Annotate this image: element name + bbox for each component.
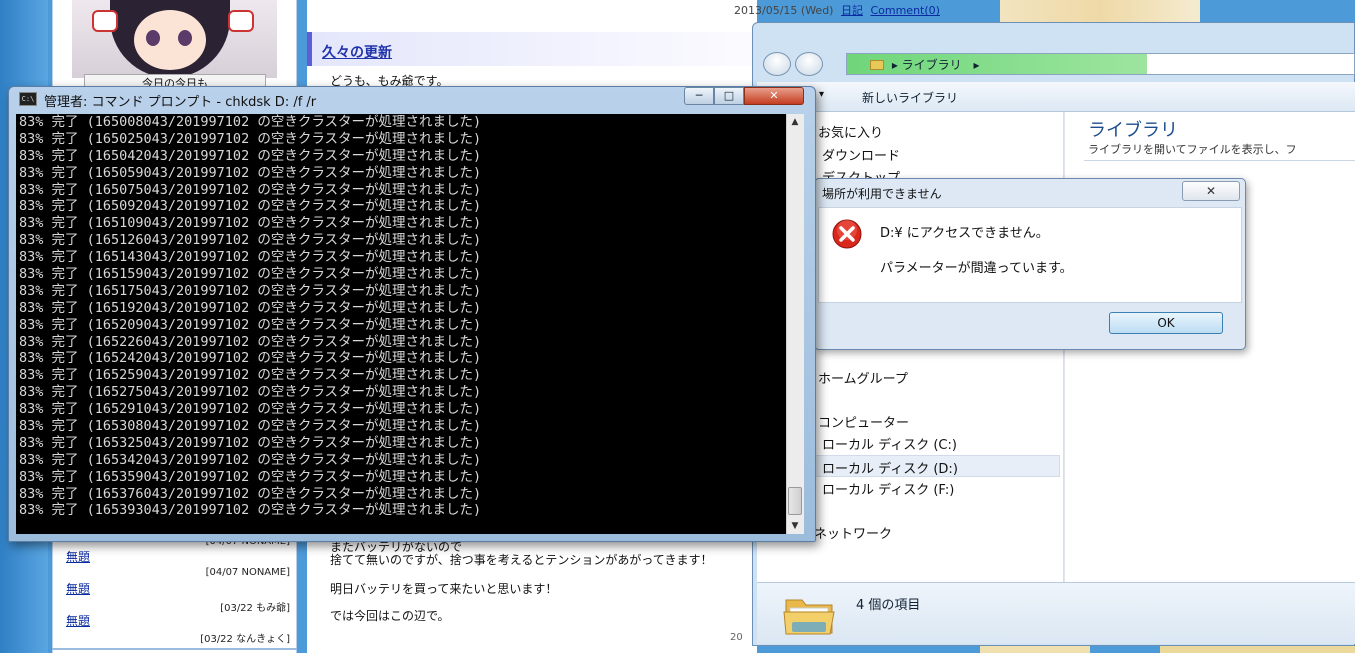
- post-comment-link[interactable]: Comment(0): [870, 4, 939, 17]
- close-button[interactable]: ✕: [744, 87, 804, 105]
- item-count: 4 個の項目: [856, 598, 921, 613]
- new-library-button[interactable]: 新しいライブラリ: [862, 89, 958, 106]
- explorer-toolbar: ▾: [757, 82, 1355, 112]
- library-divider: [1084, 160, 1355, 161]
- sidebar-link-meta: [03/22 なんきょく]: [200, 634, 290, 645]
- sidebar-divider: [52, 648, 297, 650]
- status-bar: [757, 582, 1355, 644]
- dialog-message: D:¥ にアクセスできません。: [880, 226, 1049, 241]
- console-line: 83% 完了 (165109043/201997102 の空きクラスターが処理さ…: [19, 215, 482, 232]
- forward-button[interactable]: [795, 52, 823, 76]
- console-line: 83% 完了 (165342043/201997102 の空きクラスターが処理さ…: [19, 451, 482, 468]
- scroll-down-icon[interactable]: ▼: [786, 518, 804, 534]
- console-line: 83% 完了 (165291043/201997102 の空きクラスターが処理さ…: [19, 401, 482, 418]
- nav-item-disk-d[interactable]: ローカル ディスク (D:): [822, 458, 958, 477]
- console-line: 83% 完了 (165092043/201997102 の空きクラスターが処理さ…: [19, 198, 482, 215]
- console-line: 83% 完了 (165042043/201997102 の空きクラスターが処理さ…: [19, 147, 482, 164]
- post-category-link[interactable]: 日記: [841, 4, 863, 17]
- nav-item-disk-c[interactable]: ローカル ディスク (C:): [822, 434, 957, 453]
- breadcrumb-separator: ▸: [891, 58, 902, 72]
- organize-dropdown-arrow[interactable]: ▾: [819, 89, 824, 100]
- sidebar-link-meta: [03/22 もみ爺]: [220, 603, 290, 614]
- avatar: [72, 0, 277, 78]
- nav-item-favorites[interactable]: お気に入り: [818, 122, 883, 141]
- ok-button[interactable]: OK: [1109, 312, 1223, 334]
- console-output: 83% 完了 (165008043/201997102 の空きクラスターが処理さ…: [19, 114, 784, 519]
- console-line: 83% 完了 (165393043/201997102 の空きクラスターが処理さ…: [19, 502, 482, 519]
- folder-icon: [783, 599, 835, 635]
- console-line: 83% 完了 (165275043/201997102 の空きクラスターが処理さ…: [19, 384, 482, 401]
- breadcrumb-chevron-icon[interactable]: ▸: [974, 58, 980, 72]
- cmd-icon: C:\: [19, 92, 37, 106]
- dialog-detail: パラメーターが間違っています。: [880, 261, 1073, 276]
- sidebar-link[interactable]: 無題: [66, 580, 90, 597]
- breadcrumb-library[interactable]: ライブラリ: [902, 58, 962, 72]
- console-line: 83% 完了 (165075043/201997102 の空きクラスターが処理さ…: [19, 181, 482, 198]
- minimize-button[interactable]: ─: [684, 87, 714, 105]
- cmd-title: 管理者: コマンド プロンプト - chkdsk D: /f /r: [44, 95, 317, 110]
- sidebar-link[interactable]: 無題: [66, 612, 90, 629]
- console-line: 83% 完了 (165226043/201997102 の空きクラスターが処理さ…: [19, 333, 482, 350]
- console-line: 83% 完了 (165175043/201997102 の空きクラスターが処理さ…: [19, 282, 482, 299]
- post-text: 明日バッテリを買って来たいと思います！: [330, 582, 558, 596]
- post-footer: 20: [730, 632, 743, 643]
- console-line: 83% 完了 (165126043/201997102 の空きクラスターが処理さ…: [19, 232, 482, 249]
- console-line: 83% 完了 (165159043/201997102 の空きクラスターが処理さ…: [19, 266, 482, 283]
- post-meta: 2013/05/15 (Wed) 日記 Comment(0): [730, 2, 940, 18]
- post-title[interactable]: 久々の更新: [322, 42, 392, 62]
- console-line: 83% 完了 (165192043/201997102 の空きクラスターが処理さ…: [19, 299, 482, 316]
- console-line: 83% 完了 (165008043/201997102 の空きクラスターが処理さ…: [19, 114, 482, 130]
- console-line: 83% 完了 (165025043/201997102 の空きクラスターが処理さ…: [19, 130, 482, 147]
- post-text: では今回はこの辺で。: [330, 609, 450, 623]
- nav-item-homegroup[interactable]: ホームグループ: [818, 368, 908, 387]
- console-line: 83% 完了 (165376043/201997102 の空きクラスターが処理さ…: [19, 485, 482, 502]
- maximize-button[interactable]: □: [714, 87, 744, 105]
- error-x-icon: [832, 219, 862, 249]
- nav-item-download[interactable]: ダウンロード: [822, 145, 900, 164]
- console-line: 83% 完了 (165209043/201997102 の空きクラスターが処理さ…: [19, 316, 482, 333]
- nav-item-disk-f[interactable]: ローカル ディスク (F:): [822, 479, 954, 498]
- nav-item-network[interactable]: ネットワーク: [814, 523, 892, 542]
- console-line: 83% 完了 (165143043/201997102 の空きクラスターが処理さ…: [19, 249, 482, 266]
- vertical-scrollbar[interactable]: [786, 114, 804, 534]
- console-line: 83% 完了 (165059043/201997102 の空きクラスターが処理さ…: [19, 164, 482, 181]
- library-heading: ライブラリ: [1088, 120, 1178, 141]
- console-line: 83% 完了 (165325043/201997102 の空きクラスターが処理さ…: [19, 434, 482, 451]
- console-line: 83% 完了 (165259043/201997102 の空きクラスターが処理さ…: [19, 367, 482, 384]
- library-folder-icon: [870, 60, 884, 70]
- scroll-up-icon[interactable]: ▲: [786, 114, 804, 130]
- address-breadcrumb[interactable]: ▸ ライブラリ ▸: [870, 56, 980, 73]
- scrollbar-thumb[interactable]: [788, 487, 802, 515]
- dialog-close-button[interactable]: ✕: [1182, 181, 1240, 201]
- nav-item-computer[interactable]: コンピューター: [818, 412, 909, 431]
- console-line: 83% 完了 (165242043/201997102 の空きクラスターが処理さ…: [19, 350, 482, 367]
- library-description: ライブラリを開いてファイルを表示し、フ: [1088, 143, 1297, 156]
- sidebar-link-meta: [04/07 NONAME]: [205, 567, 290, 578]
- sidebar-link[interactable]: 無題: [66, 548, 90, 565]
- dialog-title: 場所が利用できません: [822, 187, 942, 201]
- post-date: 2013/05/15 (Wed): [734, 4, 834, 17]
- console-line: 83% 完了 (165359043/201997102 の空きクラスターが処理さ…: [19, 468, 482, 485]
- back-button[interactable]: [763, 52, 791, 76]
- post-text: 捨てて無いのですが、捨つ事を考えるとテンションがあがってきます！: [330, 553, 713, 567]
- console-line: 83% 完了 (165308043/201997102 の空きクラスターが処理さ…: [19, 418, 482, 435]
